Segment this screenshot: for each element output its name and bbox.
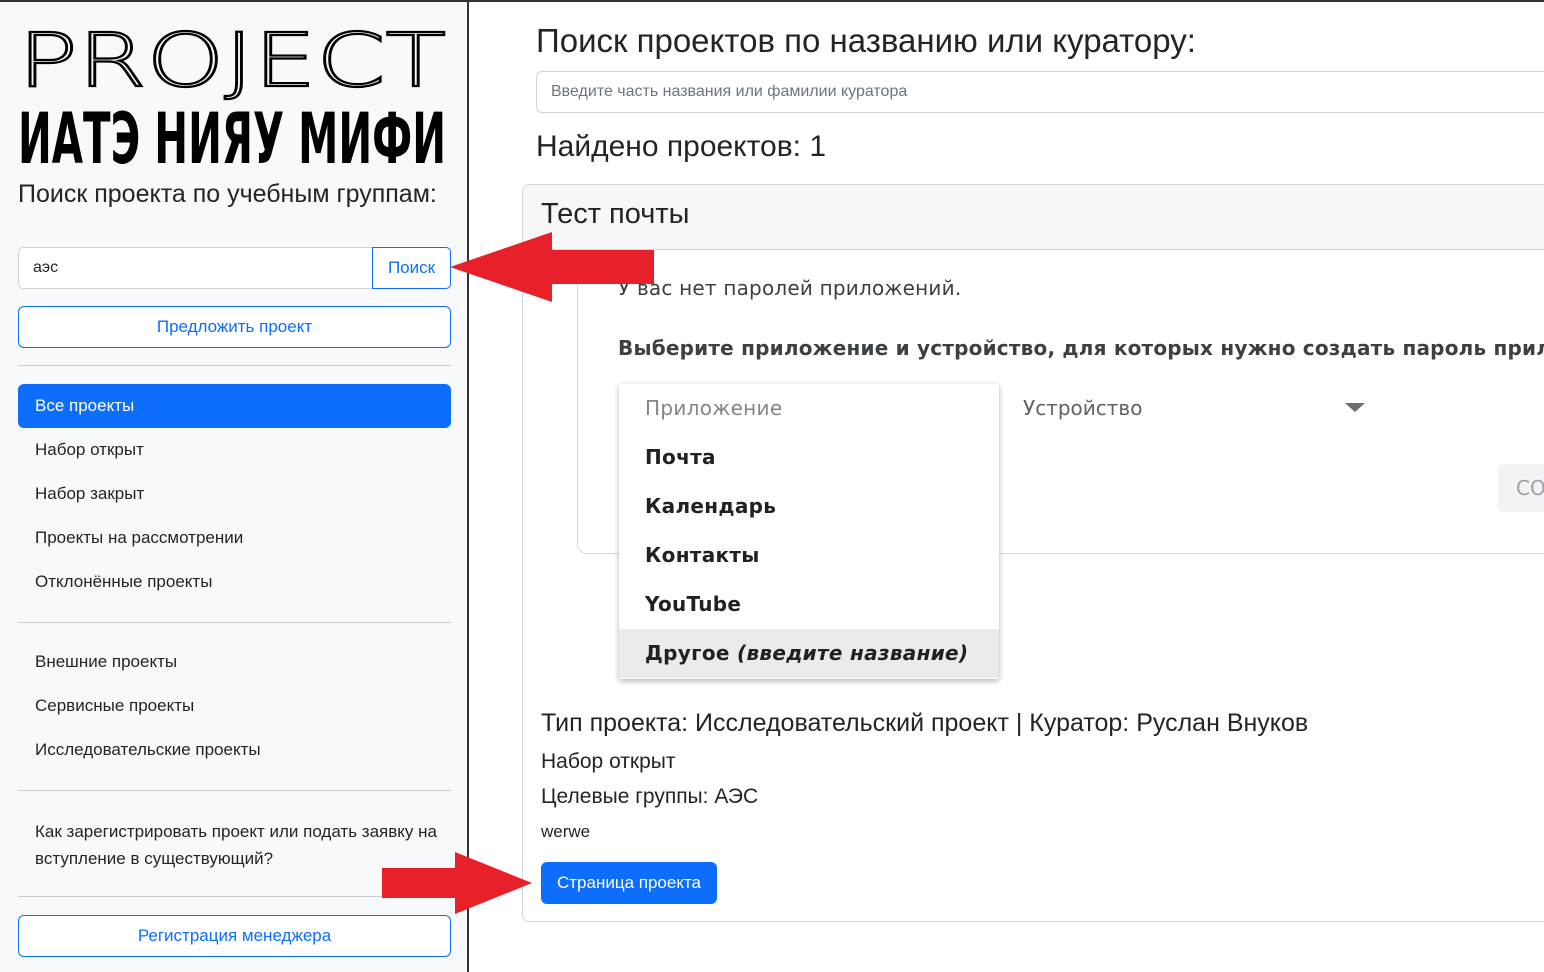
dropdown-item-other: Другое (введите название) (619, 629, 999, 678)
nav-item-recruitment-open[interactable]: Набор открыт (18, 428, 451, 472)
embedded-device-select: Устройство (1023, 396, 1143, 420)
embedded-select-prompt: Выберите приложение и устройство, для ко… (618, 336, 1544, 360)
group-search-input[interactable] (18, 247, 372, 289)
project-card: Тест почты У вас нет паролей приложений.… (522, 184, 1544, 922)
manager-registration-button[interactable]: Регистрация менеджера (18, 915, 451, 957)
sidebar: PROJECT ИАТЭ НИЯУ МИФИ Поиск проекта по … (0, 0, 469, 972)
nav-item-external-projects[interactable]: Внешние проекты (18, 640, 451, 684)
sidebar-divider (18, 622, 451, 623)
sidebar-divider (18, 790, 451, 791)
sidebar-divider (18, 365, 451, 366)
top-border (469, 0, 1544, 2)
nav-item-research-projects[interactable]: Исследовательские проекты (18, 728, 451, 772)
group-search-button[interactable]: Поиск (372, 247, 451, 289)
embedded-create-button: СО (1498, 464, 1544, 512)
group-search-title: Поиск проекта по учебным группам: (18, 180, 437, 208)
project-search-input[interactable] (536, 71, 1544, 113)
nav-item-under-review[interactable]: Проекты на рассмотрении (18, 516, 451, 560)
right-arrow-icon (382, 852, 532, 914)
target-groups: Целевые группы: АЭС (541, 785, 759, 808)
logo-university-text: ИАТЭ НИЯУ МИФИ (18, 98, 446, 171)
project-page-button[interactable]: Страница проекта (541, 862, 717, 904)
project-title: Тест почты (541, 198, 690, 230)
page-title: Поиск проектов по названию или куратору: (536, 22, 1196, 59)
project-type-curator: Тип проекта: Исследовательский проект | … (541, 709, 1309, 737)
dropdown-item: YouTube (645, 592, 742, 616)
left-arrow-icon (450, 232, 654, 302)
dropdown-item: Контакты (645, 543, 760, 567)
embedded-no-passwords-text: У вас нет паролей приложений. (618, 276, 962, 300)
nav-item-rejected[interactable]: Отклонённые проекты (18, 560, 451, 604)
dropdown-placeholder: Приложение (645, 396, 783, 420)
propose-project-button[interactable]: Предложить проект (18, 306, 451, 348)
dropdown-other-hint: (введите название) (737, 641, 969, 665)
dropdown-other-label: Другое (645, 641, 730, 665)
site-logo[interactable]: PROJECT ИАТЭ НИЯУ МИФИ (18, 26, 450, 171)
dropdown-item: Календарь (645, 494, 777, 518)
card-header: Тест почты (523, 185, 1544, 250)
group-search-form: Поиск (18, 247, 451, 289)
chevron-down-icon (1345, 403, 1365, 412)
nav-item-all-projects[interactable]: Все проекты (18, 384, 451, 428)
recruitment-status: Набор открыт (541, 750, 676, 773)
dropdown-item: Почта (645, 445, 716, 469)
logo-project-text: PROJECT (18, 26, 446, 104)
nav-item-recruitment-closed[interactable]: Набор закрыт (18, 472, 451, 516)
embedded-screenshot: У вас нет паролей приложений. Выберите п… (523, 251, 1544, 691)
nav-item-service-projects[interactable]: Сервисные проекты (18, 684, 451, 728)
embedded-app-dropdown: Приложение Почта Календарь Контакты YouT… (619, 384, 999, 679)
project-description: werwe (541, 822, 591, 841)
results-count: Найдено проектов: 1 (536, 130, 827, 163)
